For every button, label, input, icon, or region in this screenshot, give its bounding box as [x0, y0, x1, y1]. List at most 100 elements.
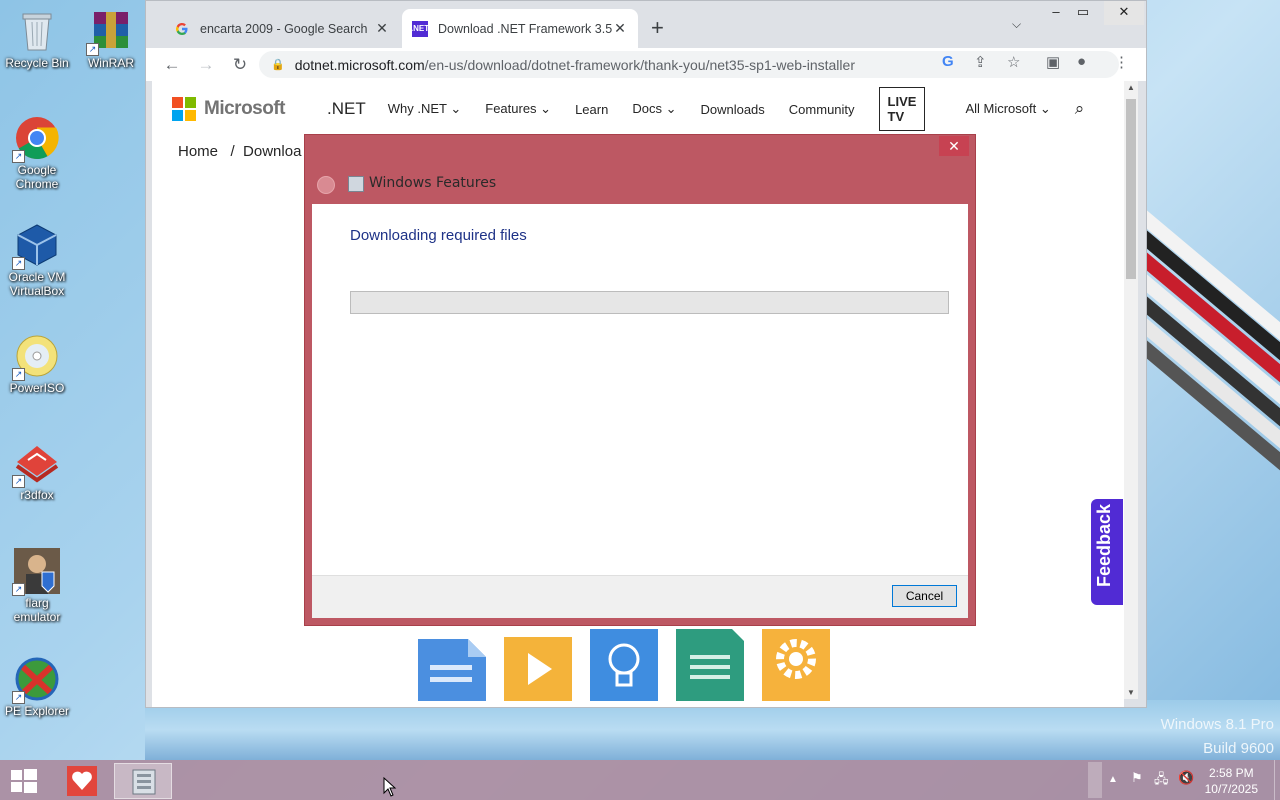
url-path: /en-us/download/dotnet-framework/thank-y… — [424, 56, 855, 73]
taskbar-scroll-button[interactable] — [1088, 762, 1102, 798]
action-center-flag-icon[interactable]: ⚑ — [1131, 770, 1143, 786]
desktop-icon-label: WinRAR — [87, 56, 134, 70]
volume-muted-icon[interactable]: 🔇 — [1178, 770, 1194, 786]
chrome-icon: ↗ — [12, 115, 60, 163]
feedback-label: Feedback — [1094, 503, 1114, 587]
r3dfox-icon: ↗ — [12, 440, 60, 488]
microsoft-header-nav: Microsoft .NET Why .NET ⌄ Features ⌄ Lea… — [172, 87, 1104, 131]
tab-google-search[interactable]: encarta 2009 - Google Search ✕ — [164, 9, 400, 48]
windows-features-dialog: ✕ Windows Features Downloading required … — [304, 134, 976, 626]
shortcut-arrow-icon: ↗ — [12, 583, 25, 596]
breadcrumb-separator: / — [230, 143, 235, 160]
clock-time: 2:58 PM — [1208, 766, 1254, 780]
desktop-icon-label: PowerISO — [9, 381, 65, 395]
live-tv-button[interactable]: LIVE TV — [878, 87, 926, 131]
bookmark-star-icon[interactable]: ☆ — [1007, 53, 1020, 71]
text-document-tile-icon — [676, 629, 744, 701]
google-g-icon — [174, 21, 190, 37]
desktop-icon-flarg[interactable]: ↗ flarg emulator — [2, 548, 72, 624]
close-window-icon[interactable]: ✕ — [1104, 1, 1144, 25]
side-panel-icon[interactable]: ▣ — [1046, 53, 1060, 71]
taskbar-app-health[interactable] — [62, 763, 120, 799]
nav-features[interactable]: Features ⌄ — [485, 101, 551, 117]
video-play-tile-icon — [504, 629, 572, 701]
menu-kebab-icon[interactable]: ⋮ — [1114, 53, 1129, 71]
profile-icon[interactable]: ● — [1077, 53, 1086, 70]
google-translate-icon[interactable]: G — [942, 53, 954, 70]
maximize-icon[interactable]: ▭ — [1068, 1, 1098, 25]
gear-tile-icon — [762, 629, 830, 701]
lightbulb-tile-icon — [590, 629, 658, 701]
shortcut-arrow-icon: ↗ — [12, 368, 25, 381]
taskbar-app-windows-features[interactable] — [114, 763, 172, 799]
address-bar[interactable]: 🔒 dotnet.microsoft.com/en-us/download/do… — [259, 51, 1119, 78]
tab-dotnet-download[interactable]: .NET Download .NET Framework 3.5 S ✕ — [402, 9, 638, 48]
document-tile-icon — [418, 629, 486, 701]
desktop-icon-virtualbox[interactable]: ↗ Oracle VM VirtualBox — [2, 222, 72, 298]
minimize-icon[interactable]: – — [1041, 1, 1071, 25]
taskbar-clock[interactable]: 2:58 PM 10/7/2025 — [1205, 765, 1258, 797]
microsoft-brand[interactable]: Microsoft — [204, 98, 286, 120]
show-desktop-button[interactable] — [1274, 760, 1280, 800]
nav-why-dotnet[interactable]: Why .NET ⌄ — [388, 101, 462, 117]
windows-features-icon — [348, 176, 364, 192]
breadcrumb: Home / Downloa — [178, 143, 301, 160]
shortcut-arrow-icon: ↗ — [12, 691, 25, 704]
desktop-icon-recycle-bin[interactable]: Recycle Bin — [2, 8, 72, 70]
pe-explorer-icon: ↗ — [12, 656, 60, 704]
forward-arrow-icon[interactable]: → — [192, 55, 220, 75]
close-icon[interactable]: ✕ — [939, 136, 969, 156]
new-tab-icon[interactable]: + — [651, 15, 664, 41]
tab-strip: encarta 2009 - Google Search ✕ .NET Down… — [146, 1, 1146, 48]
wallpaper-stripes — [1140, 180, 1280, 510]
winrar-icon: ↗ — [86, 8, 134, 56]
windows-edition-text: Windows 8.1 Pro — [1160, 716, 1274, 733]
page-scrollbar[interactable]: ▲ ▼ — [1124, 81, 1138, 699]
scroll-down-icon[interactable]: ▼ — [1124, 688, 1138, 697]
feedback-button[interactable]: Feedback — [1091, 499, 1123, 605]
microsoft-logo-icon[interactable] — [172, 97, 196, 121]
dotnet-home-link[interactable]: .NET — [327, 99, 366, 119]
poweriso-icon: ↗ — [12, 333, 60, 381]
close-tab-icon[interactable]: ✕ — [612, 20, 628, 37]
breadcrumb-downloads[interactable]: Downloa — [243, 143, 301, 160]
close-tab-icon[interactable]: ✕ — [374, 20, 390, 37]
desktop-icon-winrar[interactable]: ↗ WinRAR — [76, 8, 146, 70]
desktop-icon-chrome[interactable]: ↗ Google Chrome — [2, 115, 72, 191]
taskbar: ▲ ⚑ 🖧 🔇 2:58 PM 10/7/2025 — [0, 760, 1280, 800]
windows-start-icon[interactable] — [6, 766, 40, 796]
scroll-up-icon[interactable]: ▲ — [1124, 83, 1138, 92]
tab-search-chevron-icon[interactable]: ⌵ — [1012, 17, 1021, 32]
desktop-icon-poweriso[interactable]: ↗ PowerISO — [2, 333, 72, 395]
virtualbox-icon: ↗ — [12, 222, 60, 270]
dialog-footer: Cancel — [312, 575, 968, 618]
dialog-title: Windows Features — [369, 175, 497, 191]
nav-community[interactable]: Community — [789, 102, 855, 117]
desktop-icon-label: r3dfox — [20, 488, 54, 502]
dialog-body: Downloading required files Cancel — [312, 204, 968, 618]
back-arrow-icon[interactable]: ← — [158, 55, 186, 75]
network-icon[interactable]: 🖧 — [1154, 770, 1169, 792]
nav-docs[interactable]: Docs ⌄ — [632, 101, 676, 117]
desktop-icon-r3dfox[interactable]: ↗ r3dfox — [2, 440, 72, 502]
nav-learn[interactable]: Learn — [575, 102, 608, 117]
reload-icon[interactable]: ↻ — [226, 55, 254, 75]
scrollbar-thumb[interactable] — [1126, 99, 1136, 279]
share-icon[interactable]: ⇪ — [974, 53, 987, 71]
breadcrumb-home[interactable]: Home — [178, 143, 218, 160]
cancel-button[interactable]: Cancel — [892, 585, 957, 607]
nav-downloads[interactable]: Downloads — [700, 102, 764, 117]
desktop-icon-pe-explorer[interactable]: ↗ PE Explorer — [2, 656, 72, 718]
back-arrow-icon[interactable] — [317, 176, 335, 194]
lock-icon: 🔒 — [271, 59, 285, 71]
dotnet-icon: .NET — [411, 20, 429, 37]
desktop-icon-label: Recycle Bin — [5, 56, 69, 70]
desktop-icon-label: Google Chrome — [15, 163, 59, 191]
desktop-icon-label: PE Explorer — [4, 704, 70, 718]
search-icon[interactable]: ⌕ — [1075, 99, 1085, 119]
shortcut-arrow-icon: ↗ — [12, 257, 25, 270]
show-hidden-icons-icon[interactable]: ▲ — [1108, 774, 1118, 785]
recycle-bin-icon — [14, 8, 60, 54]
all-microsoft-menu[interactable]: All Microsoft ⌄ — [965, 101, 1050, 117]
feature-tiles — [418, 629, 848, 701]
